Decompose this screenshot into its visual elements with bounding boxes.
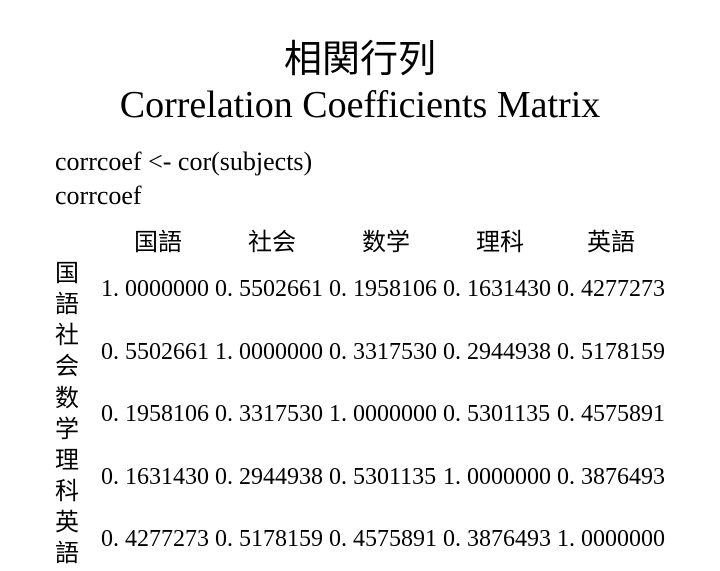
matrix-cell: 1. 0000000 [101, 259, 215, 321]
matrix-cell: 0. 5502661 [101, 321, 215, 383]
matrix-cell: 0. 1631430 [101, 446, 215, 508]
col-header: 理科 [443, 228, 557, 259]
matrix-row: 理科 0. 1631430 0. 2944938 0. 5301135 1. 0… [55, 446, 665, 508]
matrix-row: 社会 0. 5502661 1. 0000000 0. 3317530 0. 2… [55, 321, 665, 383]
code-block: corrcoef <- cor(subjects) corrcoef [55, 145, 665, 213]
matrix-cell: 0. 5178159 [557, 321, 665, 383]
title-japanese: 相関行列 [55, 28, 665, 83]
matrix-cell: 0. 1631430 [443, 259, 557, 321]
matrix-cell: 0. 3876493 [557, 446, 665, 508]
col-header: 国語 [101, 228, 215, 259]
matrix-cell: 0. 4277273 [101, 508, 215, 570]
matrix-row: 国語 1. 0000000 0. 5502661 0. 1958106 0. 1… [55, 259, 665, 321]
matrix-cell: 0. 5178159 [215, 508, 329, 570]
matrix-row: 数学 0. 1958106 0. 3317530 1. 0000000 0. 5… [55, 384, 665, 446]
correlation-matrix: 国語 社会 数学 理科 英語 国語 1. 0000000 0. 5502661 … [55, 228, 665, 571]
matrix-cell: 0. 3876493 [443, 508, 557, 570]
row-label: 国語 [55, 259, 101, 321]
matrix-row: 英語 0. 4277273 0. 5178159 0. 4575891 0. 3… [55, 508, 665, 570]
matrix-cell: 0. 5301135 [443, 384, 557, 446]
matrix-cell: 0. 4575891 [557, 384, 665, 446]
matrix-cell: 1. 0000000 [329, 384, 443, 446]
row-label: 社会 [55, 321, 101, 383]
matrix-cell: 1. 0000000 [443, 446, 557, 508]
matrix-cell: 1. 0000000 [215, 321, 329, 383]
matrix-cell: 1. 0000000 [557, 508, 665, 570]
col-header: 数学 [329, 228, 443, 259]
matrix-cell: 0. 2944938 [215, 446, 329, 508]
row-label: 理科 [55, 446, 101, 508]
row-label: 数学 [55, 384, 101, 446]
matrix-cell: 0. 2944938 [443, 321, 557, 383]
col-header: 英語 [557, 228, 665, 259]
title-english: Correlation Coefficients Matrix [55, 83, 665, 127]
code-line-1: corrcoef <- cor(subjects) [55, 145, 665, 179]
matrix-cell: 0. 3317530 [329, 321, 443, 383]
matrix-cell: 0. 4277273 [557, 259, 665, 321]
col-header: 社会 [215, 228, 329, 259]
matrix-cell: 0. 4575891 [329, 508, 443, 570]
matrix-cell: 0. 3317530 [215, 384, 329, 446]
row-label: 英語 [55, 508, 101, 570]
matrix-cell: 0. 5301135 [329, 446, 443, 508]
matrix-header-row: 国語 社会 数学 理科 英語 [55, 228, 665, 259]
matrix-cell: 0. 1958106 [101, 384, 215, 446]
code-line-2: corrcoef [55, 179, 665, 213]
matrix-cell: 0. 1958106 [329, 259, 443, 321]
matrix-cell: 0. 5502661 [215, 259, 329, 321]
